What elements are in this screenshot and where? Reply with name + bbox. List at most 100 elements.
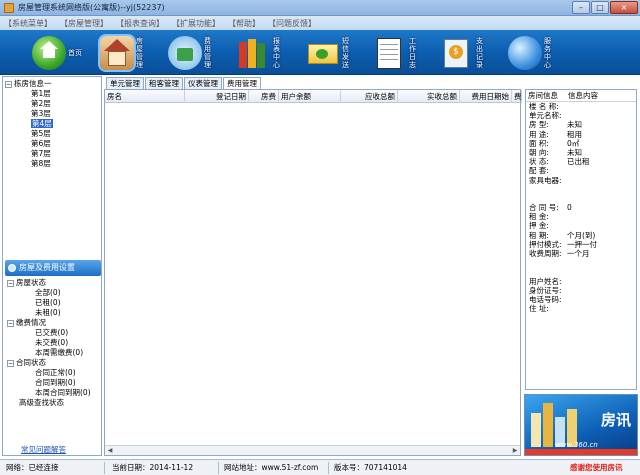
scroll-left-icon[interactable]: ◀ <box>105 446 115 456</box>
info-value <box>566 286 567 295</box>
status-item[interactable]: 未租(0) <box>7 308 101 318</box>
collapse-icon[interactable]: − <box>5 80 12 88</box>
status-item[interactable]: 本周需缴费(0) <box>7 348 101 358</box>
fee-grid[interactable]: 房名 登记日期 房费 用户余额 应收总额 实收总额 费用日期始 费 ◀ ▶ <box>104 89 522 456</box>
tree-floor-1[interactable]: 第1层 <box>5 89 101 99</box>
status-item[interactable]: 未交费(0) <box>7 338 101 348</box>
status-item-label: 全部(0) <box>35 288 61 297</box>
column-header[interactable]: 用户余额 <box>279 90 341 103</box>
info-value <box>566 102 567 111</box>
tree-floor-8[interactable]: 第8层 <box>5 159 101 169</box>
info-label: 单元名称: <box>529 111 562 121</box>
menu-report[interactable]: 【报表查询】 <box>116 18 164 29</box>
tree-floor-3[interactable]: 第3层 <box>5 109 101 119</box>
collapse-icon[interactable]: − <box>7 279 14 287</box>
status-group-advanced[interactable]: 高级查找状态 <box>7 398 101 408</box>
tab-meter[interactable]: 仪表管理 <box>184 77 222 89</box>
status-separator <box>218 462 219 474</box>
info-label: 楼 名 称: <box>529 102 559 111</box>
menu-extend[interactable]: 【扩展功能】 <box>172 18 220 29</box>
home-icon <box>32 36 66 70</box>
info-label: 租 期: <box>529 230 549 240</box>
column-header[interactable]: 费 <box>512 90 522 103</box>
status-item[interactable]: 本周合同到期(0) <box>7 388 101 398</box>
info-label: 朝 向: <box>529 147 549 157</box>
status-item[interactable]: 合同正常(0) <box>7 368 101 378</box>
info-row: 合 同 号: 0 <box>526 203 636 212</box>
menu-feedback[interactable]: 【问题反馈】 <box>268 18 316 29</box>
collapse-icon[interactable]: − <box>7 359 14 367</box>
status-group-label: 高级查找状态 <box>19 398 64 407</box>
tree-root[interactable]: − 栋房信息一 <box>5 79 101 89</box>
tree-floor-5[interactable]: 第5层 <box>5 129 101 139</box>
info-row: 收费周期: 一个月 <box>526 249 636 258</box>
maximize-button[interactable]: □ <box>591 1 609 14</box>
toolbar-log-button[interactable]: 工作日志 <box>373 33 418 73</box>
info-value <box>566 166 567 175</box>
faq-link[interactable]: 常见问题解答 <box>21 444 66 455</box>
tree-floor-4[interactable]: 第4层 <box>5 119 101 129</box>
toolbar-expense-button[interactable]: $ 支出记录 <box>440 33 485 73</box>
info-label: 身份证号: <box>529 285 562 295</box>
info-label <box>526 258 566 267</box>
info-row: 押付模式: 一押一付 <box>526 240 636 249</box>
menu-help[interactable]: 【帮助】 <box>228 18 260 29</box>
tree-floor-7[interactable]: 第7层 <box>5 149 101 159</box>
column-header[interactable]: 应收总额 <box>341 90 398 103</box>
status-item[interactable]: 已租(0) <box>7 298 101 308</box>
sms-envelope-icon <box>306 36 340 70</box>
app-icon <box>4 2 14 13</box>
collapse-icon[interactable]: − <box>7 319 14 327</box>
horizontal-scrollbar[interactable]: ◀ ▶ <box>105 445 520 455</box>
tab-unit[interactable]: 单元管理 <box>106 77 144 89</box>
info-label: 押 金: <box>529 221 549 231</box>
info-label: 合 同 号: <box>529 203 559 213</box>
menu-bar: 【系统菜单】 【房屋管理】 【报表查询】 【扩展功能】 【帮助】 【问题反馈】 <box>0 16 640 30</box>
scroll-right-icon[interactable]: ▶ <box>510 446 520 456</box>
column-header[interactable]: 房费 <box>249 90 279 103</box>
column-header[interactable]: 登记日期 <box>185 90 249 103</box>
column-header[interactable]: 实收总额 <box>398 90 460 103</box>
toolbar-service-button[interactable]: 服务中心 <box>508 33 553 73</box>
section-header[interactable]: 房屋及费用设置 <box>5 260 101 276</box>
status-item[interactable]: 全部(0) <box>7 288 101 298</box>
toolbar-report-button[interactable]: 报表中心 <box>237 33 282 73</box>
info-label: 配 套: <box>529 166 549 176</box>
ad-banner[interactable]: 房讯 www.360.cn <box>524 394 638 456</box>
info-value <box>566 111 567 120</box>
info-label: 押付模式: <box>529 239 562 249</box>
minimize-button[interactable]: – <box>572 1 590 14</box>
info-row: 家具电器: <box>526 176 636 185</box>
status-item[interactable]: 已交费(0) <box>7 328 101 338</box>
info-row: 用户姓名: <box>526 277 636 286</box>
tree-floor-6[interactable]: 第6层 <box>5 139 101 149</box>
menu-system[interactable]: 【系统菜单】 <box>4 18 52 29</box>
column-header[interactable]: 费用日期始 <box>460 90 512 103</box>
toolbar-fee-button[interactable]: 费用管理 <box>168 33 213 73</box>
status-item[interactable]: 合同到期(0) <box>7 378 101 388</box>
expense-icon: $ <box>440 36 474 70</box>
toolbar-home-button[interactable]: 首页 <box>32 33 82 73</box>
status-group-house[interactable]: − 房屋状态 <box>7 278 101 288</box>
tab-tenant[interactable]: 租客管理 <box>145 77 183 89</box>
toolbar-sms-button[interactable]: 短信发送 <box>306 33 351 73</box>
tab-strip: 单元管理 租客管理 仪表管理 费用管理 <box>106 77 262 89</box>
info-row: 电话号码: <box>526 295 636 304</box>
info-value: 未知 <box>567 147 582 157</box>
status-group-contract[interactable]: − 合同状态 <box>7 358 101 368</box>
gear-icon <box>8 264 16 272</box>
column-header[interactable]: 房名 <box>105 90 185 103</box>
info-value <box>566 194 567 203</box>
floor-label: 第3层 <box>31 109 51 118</box>
info-row: 房 型: 未知 <box>526 120 636 129</box>
tree-floor-2[interactable]: 第2层 <box>5 99 101 109</box>
close-button[interactable]: × <box>610 1 638 14</box>
tab-fee[interactable]: 费用管理 <box>223 77 261 89</box>
info-value <box>566 304 567 313</box>
ad-brand: 房讯 <box>600 411 631 429</box>
toolbar-house-button[interactable]: 房屋管理 <box>100 33 145 73</box>
status-group-payment[interactable]: − 缴费情况 <box>7 318 101 328</box>
info-value <box>566 221 567 230</box>
menu-house[interactable]: 【房屋管理】 <box>60 18 108 29</box>
status-tree: − 房屋状态 全部(0) 已租(0) 未租(0) − 缴费情况 已交费(0) 未交费… <box>7 278 101 408</box>
